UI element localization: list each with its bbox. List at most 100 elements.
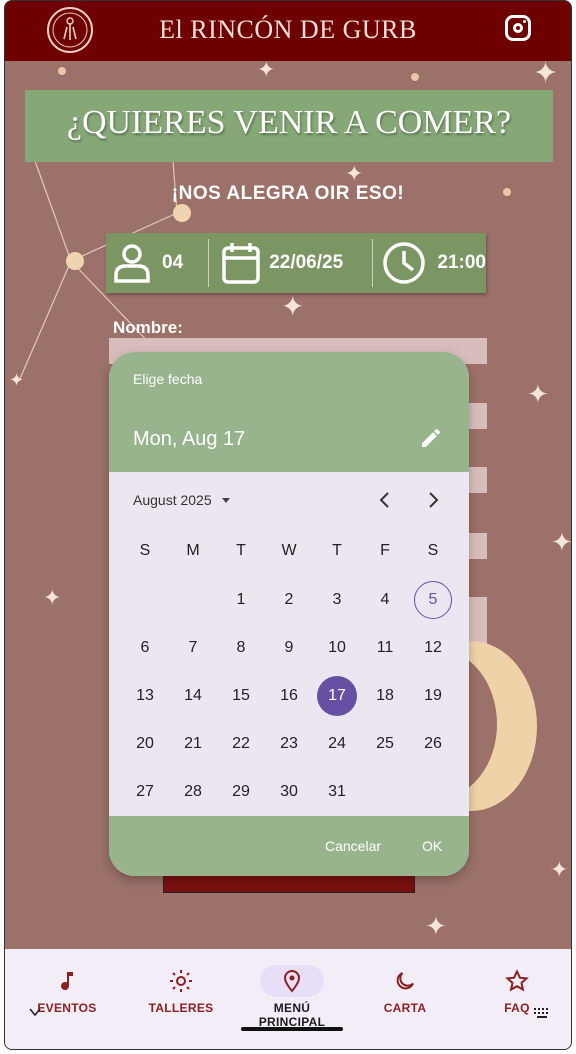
calendar-day-selected[interactable]: 17	[313, 672, 361, 720]
month-selector[interactable]: August 2025	[133, 492, 230, 508]
calendar-day[interactable]: 2	[265, 576, 313, 624]
nav-item-carta[interactable]: CARTA	[355, 969, 455, 1015]
music-note-icon	[61, 972, 73, 991]
app-title: El RINCÓN DE GURB	[159, 15, 417, 44]
calendar-day-number: 27	[136, 783, 154, 800]
sparkle-icon: ✦	[550, 857, 569, 882]
instagram-icon[interactable]	[505, 15, 531, 41]
calendar-day-number: 11	[376, 639, 394, 656]
nav-label: FAQ	[504, 1001, 530, 1015]
calendar-day-number: 4	[380, 591, 390, 608]
chevron-down-icon[interactable]	[29, 1007, 41, 1017]
calendar-day-number: 14	[184, 687, 202, 704]
calendar-day-number: 7	[188, 639, 198, 656]
cancel-button[interactable]: Cancelar	[325, 838, 381, 854]
calendar-day[interactable]: 31	[313, 768, 361, 816]
calendar-day[interactable]: 25	[361, 720, 409, 768]
calendar-day[interactable]: 22	[217, 720, 265, 768]
calendar-day-number: 15	[232, 687, 250, 704]
app-frame: El RINCÓN DE GURB ✦ ✦ ✦ ✦ ✦ ✦ ✦ ✦ ✦ ✦ ¿Q…	[4, 0, 572, 1050]
nav-item-menu-principal[interactable]: MENÚ PRINCIPAL	[242, 965, 342, 1029]
calendar-day[interactable]: 6	[121, 624, 169, 672]
calendar-day[interactable]: 15	[217, 672, 265, 720]
next-month-icon[interactable]	[419, 488, 447, 512]
date-picker-header: Elige fecha Mon, Aug 17	[109, 352, 469, 472]
selected-date-label: Mon, Aug 17	[133, 428, 246, 450]
reservation-date: 22/06/25	[269, 252, 344, 273]
calendar-day[interactable]: 28	[169, 768, 217, 816]
calendar-day[interactable]: 16	[265, 672, 313, 720]
calendar-day-number: 10	[328, 639, 346, 656]
calendar-day-number: 28	[184, 783, 202, 800]
guests-cell[interactable]: 04	[106, 241, 208, 285]
calendar-day-number: 18	[376, 687, 394, 704]
calendar-day[interactable]: 3	[313, 576, 361, 624]
calendar-day-number: 26	[424, 735, 442, 752]
reservation-summary: 04 22/06/25 21:00	[106, 233, 486, 293]
calendar-day[interactable]: 9	[265, 624, 313, 672]
calendar-day[interactable]: 12	[409, 624, 457, 672]
date-cell[interactable]: 22/06/25	[209, 241, 372, 285]
calendar-day-number: 21	[184, 735, 202, 752]
weekday-header: SMTWTFS	[121, 542, 457, 560]
sparkle-icon: ✦	[527, 379, 549, 409]
calendar-day[interactable]: 7	[169, 624, 217, 672]
calendar-day[interactable]: 27	[121, 768, 169, 816]
nav-label: MENÚ PRINCIPAL	[258, 1001, 326, 1029]
date-picker-actions: Cancelar OK	[109, 816, 469, 876]
time-cell[interactable]: 21:00	[373, 240, 486, 286]
sun-icon	[170, 970, 192, 992]
subtitle: ¡NOS ALEGRA OIR ESO!	[171, 183, 405, 204]
ok-button[interactable]: OK	[422, 838, 442, 854]
calendar-day[interactable]: 8	[217, 624, 265, 672]
nav-label: TALLERES	[148, 1001, 214, 1015]
calendar-day-number: 19	[424, 687, 442, 704]
nav-item-talleres[interactable]: TALLERES	[131, 969, 231, 1015]
calendar-day[interactable]: 20	[121, 720, 169, 768]
weekday-label: W	[281, 542, 297, 559]
pencil-icon[interactable]	[419, 426, 443, 450]
calendar-day[interactable]: 18	[361, 672, 409, 720]
date-picker-dialog: Elige fecha Mon, Aug 17 August 2025 S M T W…	[109, 352, 469, 876]
calendar-day-number: 8	[236, 639, 246, 656]
calendar-day[interactable]: 19	[409, 672, 457, 720]
sparkle-icon: ✦	[257, 57, 276, 82]
calendar-day[interactable]: 21	[169, 720, 217, 768]
previous-month-icon[interactable]	[371, 488, 399, 512]
calendar-day[interactable]: 10	[313, 624, 361, 672]
calendar-grid: 1 2 3 4 5 6 7 8 9 10 11 12 13 14 15 16 17 18 19 20 21 22 23 24 2…	[121, 576, 457, 816]
keyboard-icon[interactable]	[533, 1007, 551, 1019]
calendar-day[interactable]: 11	[361, 624, 409, 672]
weekday-label: M	[186, 542, 200, 559]
calendar-day[interactable]: 1	[217, 576, 265, 624]
nav-item-faq[interactable]: FAQ	[467, 969, 567, 1015]
calendar-day-number: 3	[332, 591, 342, 608]
calendar-day-number: 12	[424, 639, 442, 656]
calendar-day[interactable]: 30	[265, 768, 313, 816]
star-dot	[58, 67, 66, 75]
question-title: ¿QUIERES VENIR A COMER?	[66, 104, 512, 141]
month-label: August 2025	[133, 492, 212, 508]
reservation-time: 21:00	[437, 252, 486, 273]
calendar-day[interactable]: 26	[409, 720, 457, 768]
calendar-day-number: 22	[232, 735, 250, 752]
guests-count: 04	[162, 252, 184, 273]
sparkle-icon: ✦	[425, 911, 447, 941]
calendar-day[interactable]: 4	[361, 576, 409, 624]
calendar-day[interactable]: 29	[217, 768, 265, 816]
weekday-label: T	[236, 542, 246, 559]
weekday-label: T	[332, 542, 342, 559]
calendar-day[interactable]: 23	[265, 720, 313, 768]
weekday-label: S	[427, 542, 439, 559]
sparkle-icon: ✦	[43, 585, 62, 610]
calendar-day-number: 5	[428, 591, 438, 608]
calendar-day[interactable]: 14	[169, 672, 217, 720]
calendar-day-number: 31	[328, 783, 346, 800]
sparkle-icon: ✦	[281, 291, 305, 322]
star-icon	[505, 969, 529, 992]
calendar-day[interactable]: 13	[121, 672, 169, 720]
calendar-day[interactable]: 24	[313, 720, 361, 768]
star-dot	[411, 73, 419, 81]
calendar-day[interactable]: 5	[409, 576, 457, 624]
calendar-day-number: 30	[280, 783, 298, 800]
